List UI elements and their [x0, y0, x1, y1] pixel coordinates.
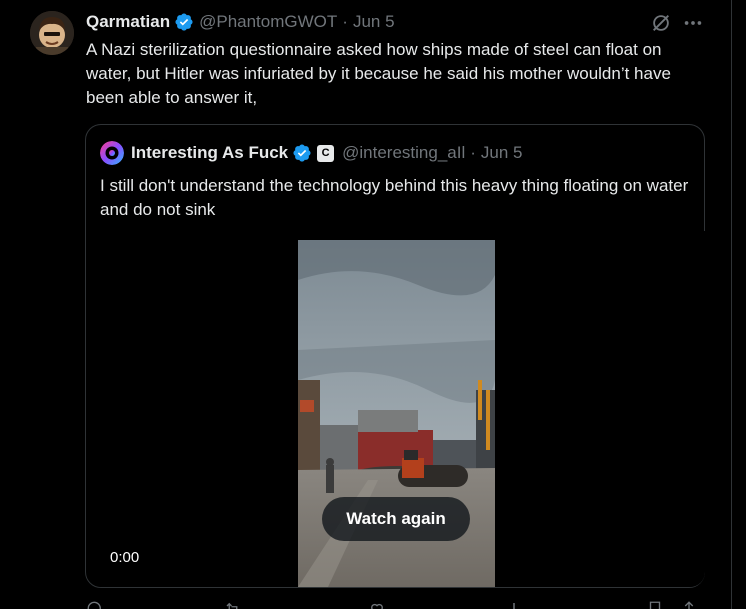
quoted-tweet-text: I still don't understand the technology …: [100, 176, 689, 219]
tweet-header: Qarmatian @PhantomGWOT · Jun 5: [86, 11, 395, 33]
tweet-header-actions: [650, 12, 704, 34]
quoted-display-name[interactable]: Interesting As Fuck: [131, 143, 288, 163]
handle[interactable]: @PhantomGWOT: [199, 12, 337, 32]
video-player[interactable]: Watch again 0:00: [87, 231, 705, 587]
watch-again-button[interactable]: Watch again: [322, 497, 470, 541]
reply-icon[interactable]: [86, 600, 104, 609]
avatar-image: [30, 11, 74, 55]
share-icon[interactable]: [680, 600, 698, 609]
verified-badge-icon[interactable]: [292, 143, 312, 163]
bookmark-icon[interactable]: [646, 600, 664, 609]
quoted-tweet-header: Interesting As Fuck C @interesting_aIl ·…: [100, 141, 523, 165]
timeline-border: [731, 0, 732, 609]
quoted-avatar-logo: [100, 141, 124, 165]
like-icon[interactable]: [368, 600, 386, 609]
tweet-text: A Nazi sterilization questionnaire asked…: [86, 40, 671, 107]
display-name[interactable]: Qarmatian: [86, 12, 170, 32]
separator-dot: ·: [342, 12, 348, 31]
more-icon[interactable]: [682, 12, 704, 34]
video-timestamp: 0:00: [110, 549, 140, 566]
verified-badge-icon[interactable]: [174, 12, 194, 32]
quoted-avatar[interactable]: [100, 141, 124, 165]
grok-icon[interactable]: [650, 12, 672, 34]
quoted-date[interactable]: Jun 5: [481, 143, 523, 163]
separator-dot: ·: [470, 143, 476, 162]
tweet-action-bar: [80, 598, 720, 609]
tweet-date[interactable]: Jun 5: [353, 12, 395, 32]
quoted-handle[interactable]: @interesting_aIl: [342, 143, 465, 163]
quoted-tweet[interactable]: Interesting As Fuck C @interesting_aIl ·…: [85, 124, 705, 588]
avatar[interactable]: [30, 11, 74, 55]
affiliate-badge[interactable]: C: [317, 144, 335, 162]
views-icon[interactable]: [505, 600, 523, 609]
repost-icon[interactable]: [224, 600, 242, 609]
